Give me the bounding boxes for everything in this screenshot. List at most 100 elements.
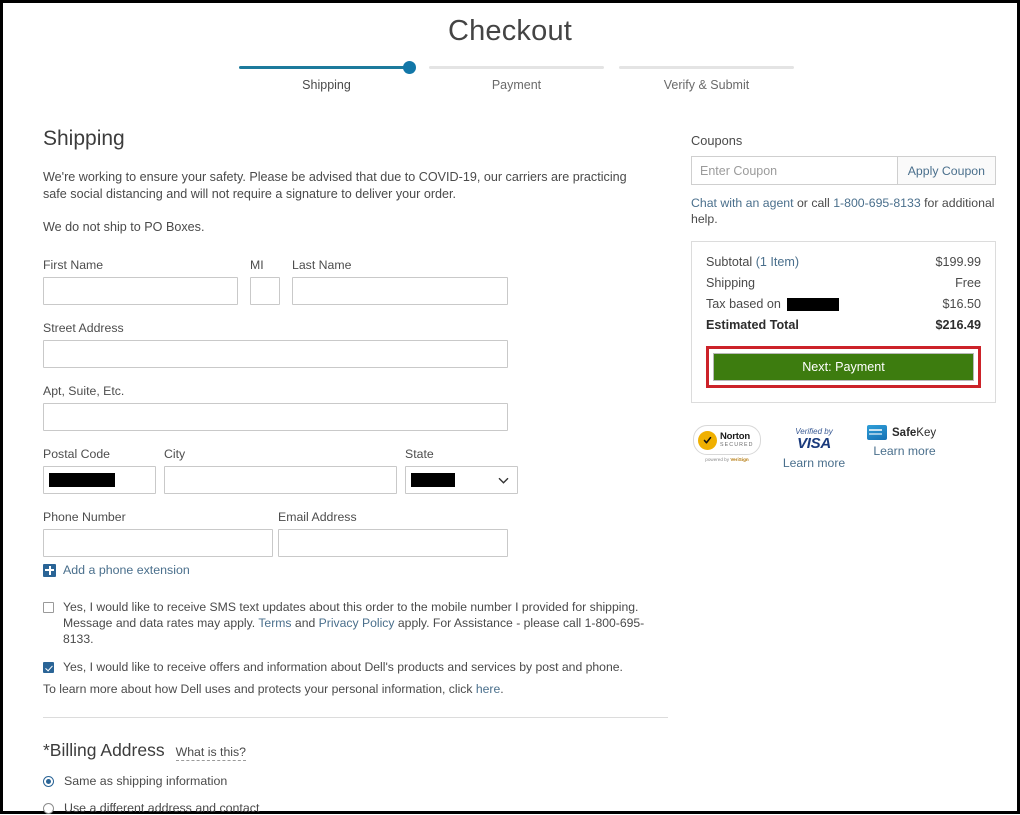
- estimated-total-label: Estimated Total: [706, 318, 799, 332]
- summary-row-subtotal: Subtotal (1 Item) $199.99: [706, 255, 981, 269]
- billing-different-label: Use a different address and contact: [64, 801, 260, 815]
- what-is-this-tooltip[interactable]: What is this?: [175, 745, 246, 761]
- verisign-brand: VeriSign: [730, 457, 749, 462]
- marketing-optin-text: Yes, I would like to receive offers and …: [63, 660, 623, 674]
- add-phone-extension-button[interactable]: Add a phone extension: [43, 563, 673, 577]
- step-shipping-label: Shipping: [302, 78, 351, 92]
- verified-by-visa-badge: Verified by VISA Learn more: [779, 425, 849, 471]
- subtotal-label-group: Subtotal (1 Item): [706, 255, 799, 269]
- billing-same-radio[interactable]: [43, 775, 54, 787]
- step-shipping-dot: [403, 61, 416, 74]
- phone-email-row: Phone Number Email Address: [43, 510, 673, 557]
- street-address-input[interactable]: [43, 340, 508, 368]
- safekey-brand-1: Safe: [892, 426, 917, 439]
- state-redaction: [411, 473, 455, 487]
- coupon-row: Apply Coupon: [691, 156, 996, 185]
- postal-code-redaction: [49, 473, 115, 487]
- norton-name: Norton: [720, 431, 750, 443]
- visa-learn-more-link[interactable]: Learn more: [779, 456, 849, 471]
- state-label: State: [405, 447, 434, 461]
- coupon-input[interactable]: [691, 156, 897, 185]
- trust-badges: Norton SECURED powered by VeriSign Verif…: [691, 425, 996, 471]
- sms-optin-line1: Yes, I would like to receive SMS text up…: [63, 600, 639, 614]
- next-payment-button[interactable]: Next: Payment: [713, 353, 974, 381]
- apt-suite-input[interactable]: [43, 403, 508, 431]
- checkout-page: Checkout Shipping Payment Verify & Submi…: [3, 3, 1017, 815]
- email-address-input[interactable]: [278, 529, 508, 557]
- section-divider: [43, 717, 668, 718]
- step-payment-bar: [429, 66, 604, 69]
- billing-option-same[interactable]: Same as shipping information: [43, 774, 673, 788]
- optin-block: Yes, I would like to receive SMS text up…: [43, 599, 673, 697]
- privacy-note-post: .: [500, 682, 504, 696]
- apt-suite-label: Apt, Suite, Etc.: [43, 384, 125, 398]
- norton-secured-badge: Norton SECURED powered by VeriSign: [693, 425, 761, 471]
- help-line: Chat with an agent or call 1-800-695-813…: [691, 195, 996, 227]
- last-name-input[interactable]: [292, 277, 508, 305]
- step-shipping[interactable]: Shipping: [239, 61, 416, 92]
- checkout-progress-stepper: Shipping Payment Verify & Submit: [239, 61, 794, 97]
- terms-link[interactable]: Terms: [258, 616, 291, 630]
- mi-label: MI: [250, 258, 264, 272]
- covid-notice: We're working to ensure your safety. Ple…: [43, 170, 627, 201]
- privacy-here-link[interactable]: here: [476, 682, 500, 696]
- city-input[interactable]: [164, 466, 397, 494]
- step-payment-label: Payment: [491, 78, 542, 92]
- shipping-section-title: Shipping: [43, 127, 125, 150]
- norton-secured-label: SECURED: [720, 441, 754, 448]
- po-box-notice: We do not ship to PO Boxes.: [43, 220, 205, 234]
- norton-powered-pre: powered by: [705, 457, 731, 462]
- step-verify-submit[interactable]: Verify & Submit: [619, 61, 794, 92]
- step-shipping-bar: [239, 66, 414, 69]
- phone-number-label: Phone Number: [43, 510, 126, 524]
- chat-with-agent-link[interactable]: Chat with an agent: [691, 196, 794, 210]
- first-name-input[interactable]: [43, 277, 238, 305]
- billing-different-radio[interactable]: [43, 802, 54, 814]
- plus-icon: [43, 563, 56, 577]
- phone-number-input[interactable]: [43, 529, 273, 557]
- tax-label: Tax based on: [706, 297, 781, 311]
- sms-optin-line2-mid: and: [291, 616, 319, 630]
- support-phone-link[interactable]: 1-800-695-8133: [833, 196, 921, 210]
- page-title: Checkout: [447, 15, 573, 47]
- sms-optin-checkbox[interactable]: [43, 602, 54, 613]
- sms-optin-row[interactable]: Yes, I would like to receive SMS text up…: [43, 599, 673, 647]
- norton-powered-by: powered by VeriSign: [693, 457, 761, 462]
- shipping-cost-value: Free: [955, 276, 981, 290]
- marketing-optin-checkbox[interactable]: [43, 662, 54, 673]
- safekey-badge: SafeKey Learn more: [867, 425, 942, 471]
- estimated-total-value: $216.49: [935, 318, 981, 332]
- safekey-learn-more-link[interactable]: Learn more: [867, 444, 942, 459]
- norton-badge-pill: Norton SECURED: [693, 425, 761, 455]
- privacy-note: To learn more about how Dell uses and pr…: [43, 681, 673, 697]
- shipping-form-column: Shipping We're working to ensure your sa…: [43, 127, 673, 815]
- safekey-brand-text: SafeKey: [892, 427, 936, 439]
- mi-input[interactable]: [250, 277, 280, 305]
- last-name-label: Last Name: [292, 258, 352, 272]
- city-label: City: [164, 447, 186, 461]
- browser-page-frame: Checkout Shipping Payment Verify & Submi…: [0, 0, 1020, 815]
- tax-label-group: Tax based on: [706, 297, 839, 311]
- credit-card-icon: [867, 425, 887, 440]
- subtotal-items-link[interactable]: (1 Item): [756, 255, 799, 269]
- tax-location-redaction: [786, 297, 839, 311]
- postal-city-state-row: Postal Code City State: [43, 447, 673, 494]
- first-name-label: First Name: [43, 258, 104, 272]
- shipping-cost-label: Shipping: [706, 276, 756, 290]
- privacy-policy-link[interactable]: Privacy Policy: [319, 616, 395, 630]
- help-mid: or call: [793, 196, 834, 210]
- add-phone-extension-label: Add a phone extension: [63, 563, 190, 577]
- postal-code-label: Postal Code: [43, 447, 110, 461]
- sms-optin-text: Yes, I would like to receive SMS text up…: [63, 599, 673, 647]
- email-address-label: Email Address: [278, 510, 357, 524]
- billing-option-different[interactable]: Use a different address and contact: [43, 801, 673, 815]
- step-payment[interactable]: Payment: [429, 61, 604, 92]
- apply-coupon-button[interactable]: Apply Coupon: [896, 156, 996, 185]
- norton-text: Norton SECURED: [720, 432, 754, 448]
- apt-row: Apt, Suite, Etc.: [43, 384, 673, 431]
- billing-address-title: *Billing Address: [43, 740, 165, 760]
- order-summary-box: Subtotal (1 Item) $199.99 Shipping Free …: [691, 241, 996, 403]
- order-summary-column: Coupons Apply Coupon Chat with an agent …: [691, 133, 996, 471]
- marketing-optin-row[interactable]: Yes, I would like to receive offers and …: [43, 659, 673, 675]
- billing-address-header: *Billing Address What is this?: [43, 740, 673, 761]
